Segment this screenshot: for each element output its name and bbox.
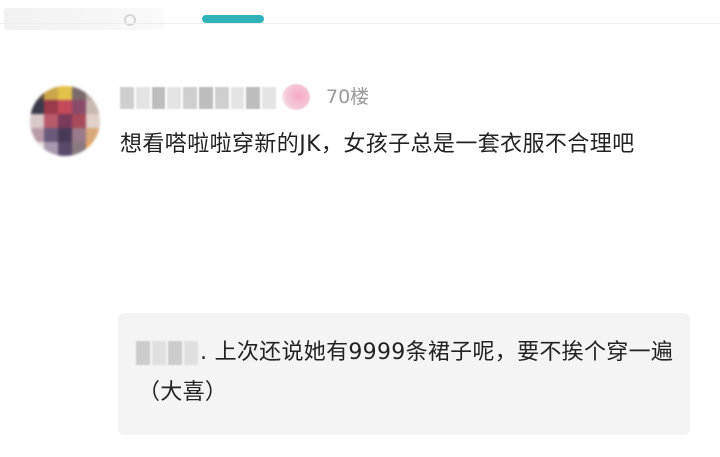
avatar[interactable] [30, 86, 100, 156]
comment-item: 70楼 想看嗒啦啦穿新的JK，女孩子总是一套衣服不合理吧 . 上次还说她有999… [0, 60, 720, 457]
top-divider [0, 23, 720, 24]
comment-text: 想看嗒啦啦穿新的JK，女孩子总是一套衣服不合理吧 [120, 132, 635, 157]
fan-badge-icon [282, 84, 310, 110]
comment-page: 70楼 想看嗒啦啦穿新的JK，女孩子总是一套衣服不合理吧 . 上次还说她有999… [0, 0, 720, 457]
top-tab-bar [0, 0, 720, 36]
top-tab-placeholder [4, 8, 164, 30]
top-tab-icon [124, 14, 136, 26]
floor-number: 70楼 [326, 86, 370, 108]
reply-box[interactable]: . 上次还说她有9999条裙子呢，要不挨个穿一遍（大喜） [118, 313, 690, 435]
active-tab-indicator [202, 15, 264, 23]
username-blurred[interactable] [120, 87, 276, 109]
reply-text: . 上次还说她有9999条裙子呢，要不挨个穿一遍（大喜） [138, 340, 674, 405]
